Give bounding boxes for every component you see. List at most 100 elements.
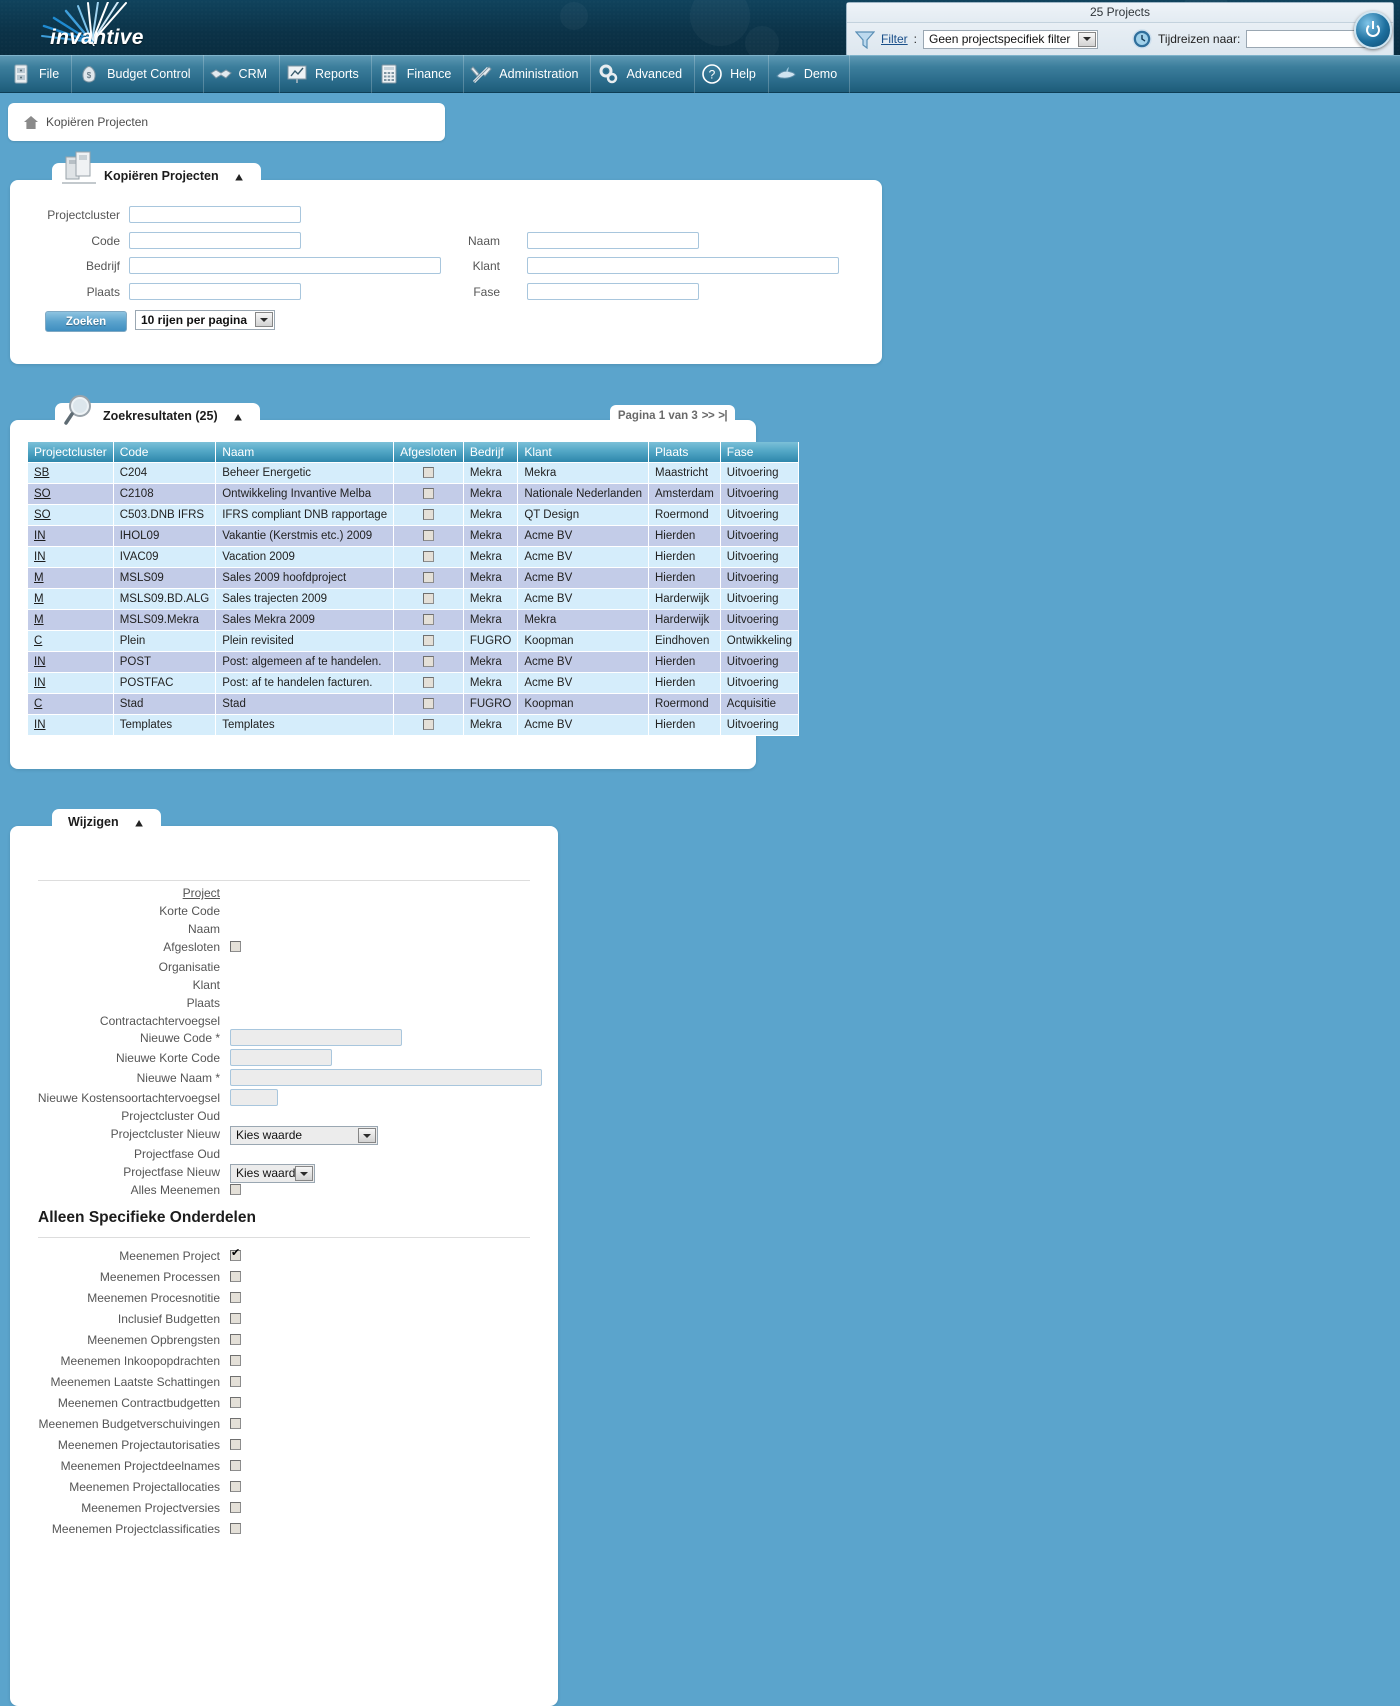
results-panel-tab[interactable]: Zoekresultaten (25) ▲ [55, 395, 260, 429]
projectcluster-link[interactable]: IN [34, 551, 46, 563]
checkbox-meenemen-opbrengsten[interactable] [230, 1334, 241, 1345]
afgesloten-row-checkbox[interactable] [422, 719, 434, 731]
afgesloten-row-checkbox[interactable] [422, 656, 434, 668]
cell-afgesloten[interactable] [393, 546, 464, 568]
col-afgesloten[interactable]: Afgesloten [393, 442, 464, 463]
fase-input[interactable] [527, 283, 699, 300]
cell-afgesloten[interactable] [393, 588, 464, 610]
projectcluster-link[interactable]: M [34, 593, 44, 605]
checkbox-meenemen-projectdeelnames[interactable] [230, 1460, 241, 1471]
checkbox-meenemen-projectallocaties[interactable] [230, 1481, 241, 1492]
table-row[interactable]: IN IHOL09 Vakantie (Kerstmis etc.) 2009 Mek… [28, 525, 799, 547]
afgesloten-row-checkbox[interactable] [422, 677, 434, 689]
cell-afgesloten[interactable] [393, 630, 464, 652]
chevron-down-icon[interactable] [358, 1128, 376, 1143]
projectcluster-link[interactable]: SB [34, 467, 49, 479]
afgesloten-row-checkbox[interactable] [422, 593, 434, 605]
cell-projectcluster[interactable]: M [28, 609, 114, 631]
chevron-down-icon[interactable] [1078, 31, 1097, 47]
table-row[interactable]: C Stad Stad FUGRO Koopman Roermond Acquisitie [28, 693, 799, 715]
afgesloten-row-checkbox[interactable] [422, 635, 434, 647]
cell-afgesloten[interactable] [393, 672, 464, 694]
cell-projectcluster[interactable]: M [28, 588, 114, 610]
menu-item-crm[interactable]: CRM [204, 55, 281, 93]
projectcluster-link[interactable]: M [34, 614, 44, 626]
cell-projectcluster[interactable]: SB [28, 462, 114, 484]
cell-afgesloten[interactable] [393, 714, 464, 736]
projectcluster-input[interactable] [129, 206, 301, 223]
alles-meenemen-checkbox[interactable] [230, 1184, 241, 1195]
nieuwe-korte-code-input[interactable] [230, 1049, 332, 1066]
cell-afgesloten[interactable] [393, 693, 464, 715]
afgesloten-row-checkbox[interactable] [422, 488, 434, 500]
afgesloten-row-checkbox[interactable] [422, 509, 434, 521]
projectcluster-link[interactable]: SO [34, 488, 51, 500]
col-plaats[interactable]: Plaats [648, 442, 721, 463]
checkbox-meenemen-processen[interactable] [230, 1271, 241, 1282]
menu-item-file[interactable]: File [4, 55, 73, 93]
logout-power-button[interactable] [1354, 11, 1392, 49]
nieuwe-code-input[interactable] [230, 1029, 402, 1046]
projectcluster-nieuw-select[interactable]: Kies waarde [230, 1126, 378, 1145]
afgesloten-row-checkbox[interactable] [422, 530, 434, 542]
cell-projectcluster[interactable]: IN [28, 546, 114, 568]
menu-item-help[interactable]: ? Help [695, 55, 769, 93]
projectcluster-link[interactable]: C [34, 635, 42, 647]
table-row[interactable]: C Plein Plein revisited FUGRO Koopman Eindhov… [28, 630, 799, 652]
chevron-down-icon[interactable] [295, 1166, 313, 1181]
cell-projectcluster[interactable]: C [28, 630, 114, 652]
table-row[interactable]: M MSLS09 Sales 2009 hoofdproject Mekra Acme … [28, 567, 799, 589]
rows-per-page-select[interactable]: 10 rijen per pagina [135, 310, 275, 330]
cell-afgesloten[interactable] [393, 651, 464, 673]
table-row[interactable]: M MSLS09.Mekra Sales Mekra 2009 Mekra Mekra H… [28, 609, 799, 631]
checkbox-meenemen-contractbudgetten[interactable] [230, 1397, 241, 1408]
menu-item-demo[interactable]: Demo [769, 55, 851, 93]
zoeken-button[interactable]: Zoeken [45, 311, 127, 332]
col-projectcluster[interactable]: Projectcluster [28, 442, 114, 463]
checkbox-meenemen-procesnotitie[interactable] [230, 1292, 241, 1303]
wijzigen-panel-tab[interactable]: Wijzigen ▲ [52, 809, 161, 835]
col-fase[interactable]: Fase [720, 442, 799, 463]
project-link[interactable]: Project [183, 886, 220, 900]
cell-afgesloten[interactable] [393, 483, 464, 505]
table-row[interactable]: IN POSTFAC Post: af te handelen facturen. M… [28, 672, 799, 694]
klant-input[interactable] [527, 257, 839, 274]
code-input[interactable] [129, 232, 301, 249]
cell-afgesloten[interactable] [393, 609, 464, 631]
afgesloten-row-checkbox[interactable] [422, 614, 434, 626]
chevron-down-icon[interactable] [255, 312, 273, 327]
cell-projectcluster[interactable]: C [28, 693, 114, 715]
checkbox-meenemen-budgetverschuivingen[interactable] [230, 1418, 241, 1429]
project-filter-select[interactable]: Geen projectspecifiek filter [923, 29, 1099, 49]
table-row[interactable]: SB C204 Beheer Energetic Mekra Mekra Maastric… [28, 462, 799, 484]
table-row[interactable]: IN POST Post: algemeen af te handelen. Mekr… [28, 651, 799, 673]
table-row[interactable]: SO C503.DNB IFRS IFRS compliant DNB rappor… [28, 504, 799, 526]
cell-afgesloten[interactable] [393, 462, 464, 484]
projectfase-nieuw-select[interactable]: Kies waarde [230, 1164, 315, 1183]
nieuwe-kostensoortachtervoegsel-input[interactable] [230, 1089, 278, 1106]
col-code[interactable]: Code [113, 442, 217, 463]
cell-projectcluster[interactable]: IN [28, 651, 114, 673]
cell-afgesloten[interactable] [393, 567, 464, 589]
menu-item-advanced[interactable]: Advanced [591, 55, 696, 93]
col-bedrijf[interactable]: Bedrijf [463, 442, 519, 463]
cell-projectcluster[interactable]: SO [28, 504, 114, 526]
table-row[interactable]: IN IVAC09 Vacation 2009 Mekra Acme BV Hierden… [28, 546, 799, 568]
chevron-up-icon[interactable]: ▲ [233, 170, 247, 183]
table-row[interactable]: SO C2108 Ontwikkeling Invantive Melba Mekra… [28, 483, 799, 505]
chevron-up-icon[interactable]: ▲ [232, 410, 246, 423]
afgesloten-row-checkbox[interactable] [422, 572, 434, 584]
checkbox-meenemen-laatste-schattingen[interactable] [230, 1376, 241, 1387]
pager-last-button[interactable]: >| [718, 410, 727, 422]
projectcluster-link[interactable]: IN [34, 530, 46, 542]
afgesloten-row-checkbox[interactable] [422, 698, 434, 710]
projectcluster-link[interactable]: M [34, 572, 44, 584]
breadcrumb[interactable]: Kopiëren Projecten [8, 103, 445, 141]
menu-item-finance[interactable]: Finance [372, 55, 465, 93]
chevron-up-icon[interactable]: ▲ [133, 816, 147, 829]
naam-input[interactable] [527, 232, 699, 249]
checkbox-meenemen-projectversies[interactable] [230, 1502, 241, 1513]
cell-projectcluster[interactable]: M [28, 567, 114, 589]
nieuwe-naam-input[interactable] [230, 1069, 542, 1086]
cell-afgesloten[interactable] [393, 525, 464, 547]
